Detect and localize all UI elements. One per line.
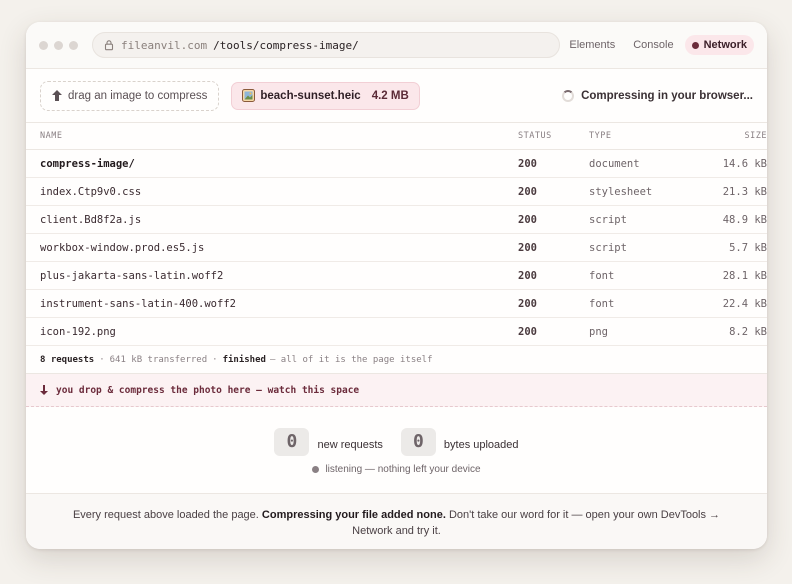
devtools-tabs: Elements Console Network <box>562 35 754 55</box>
request-name: instrument-sans-latin-400.woff2 <box>40 297 236 310</box>
request-size: 14.6 kB <box>722 157 767 170</box>
finished-label: finished <box>222 354 266 365</box>
browser-window: fileanvil.com /tools/compress-image/ Ele… <box>26 22 767 549</box>
separator: · <box>212 354 218 365</box>
arrow-down-icon <box>40 385 48 395</box>
listening-status: listening — nothing left your device <box>312 463 481 475</box>
bytes-uploaded-value: 0 <box>400 427 436 456</box>
request-name: workbox-window.prod.es5.js <box>40 241 205 254</box>
request-type: font <box>589 297 615 310</box>
table-row[interactable]: index.Ctp9v0.css 200 stylesheet 21.3 kB <box>26 178 767 206</box>
request-type: script <box>589 213 627 226</box>
spinner-icon <box>562 89 575 102</box>
listening-text: listening — nothing left your device <box>325 463 481 475</box>
bytes-uploaded-counter: 0 bytes uploaded <box>400 427 519 456</box>
window-controls <box>39 40 78 50</box>
request-type: script <box>589 241 627 254</box>
request-name: plus-jakarta-sans-latin.woff2 <box>40 269 224 282</box>
request-type: font <box>589 269 615 282</box>
request-size: 28.1 kB <box>722 269 767 282</box>
url-path: /tools/compress-image/ <box>213 38 359 52</box>
request-name: index.Ctp9v0.css <box>40 185 142 198</box>
table-row[interactable]: client.Bd8f2a.js 200 script 48.9 kB <box>26 206 767 234</box>
request-size: 48.9 kB <box>722 213 767 226</box>
request-name: icon-192.png <box>40 325 116 338</box>
tab-network[interactable]: Network <box>684 35 754 55</box>
drop-label: drag an image to compress <box>68 89 208 102</box>
footer-text-1: Every request above loaded the page. <box>72 509 262 521</box>
new-requests-counter: 0 new requests <box>274 427 383 456</box>
network-summary: 8 requests · 641 kB transferred · finish… <box>26 346 767 374</box>
status-dot-icon <box>312 465 320 473</box>
request-status: 200 <box>518 325 537 338</box>
bytes-uploaded-label: bytes uploaded <box>443 438 519 451</box>
transferred-size: 641 kB transferred <box>109 354 208 365</box>
compress-status: Compressing in your browser... <box>562 89 753 102</box>
compress-status-text: Compressing in your browser... <box>581 89 753 102</box>
table-row[interactable]: instrument-sans-latin-400.woff2 200 font… <box>26 290 767 318</box>
request-status: 200 <box>518 269 537 282</box>
request-size: 8.2 kB <box>729 325 767 338</box>
banner-text: you drop & compress the photo here — wat… <box>56 384 360 396</box>
header-status[interactable]: STATUS <box>518 131 589 141</box>
file-name: beach-sunset.heic <box>260 89 361 102</box>
action-bar: drag an image to compress beach-sunset.h… <box>26 69 767 123</box>
drop-zone-banner: you drop & compress the photo here — wat… <box>26 374 767 407</box>
tab-elements[interactable]: Elements <box>562 35 622 55</box>
request-count: 8 requests <box>40 354 95 365</box>
request-name: compress-image/ <box>40 157 135 170</box>
summary-note: — all of it is the page itself <box>269 354 433 365</box>
tab-network-label: Network <box>703 39 747 51</box>
request-size: 22.4 kB <box>722 297 767 310</box>
header-type[interactable]: TYPE <box>589 131 675 141</box>
request-name: client.Bd8f2a.js <box>40 213 142 226</box>
drop-target[interactable]: drag an image to compress <box>40 80 220 111</box>
request-status: 200 <box>518 185 537 198</box>
request-type: stylesheet <box>589 185 653 198</box>
separator: · <box>99 354 105 365</box>
table-row[interactable]: workbox-window.prod.es5.js 200 script 5.… <box>26 234 767 262</box>
table-row[interactable]: icon-192.png 200 png 8.2 kB <box>26 318 767 346</box>
table-row[interactable]: compress-image/ 200 document 14.6 kB <box>26 150 767 178</box>
table-header: NAME STATUS TYPE SIZE <box>26 123 767 150</box>
tab-console[interactable]: Console <box>626 35 680 55</box>
new-requests-value: 0 <box>274 427 310 456</box>
arrow-up-icon <box>52 90 62 101</box>
address-bar[interactable]: fileanvil.com /tools/compress-image/ <box>92 32 560 58</box>
request-type: document <box>589 157 640 170</box>
url-host: fileanvil.com <box>121 38 208 52</box>
request-status: 200 <box>518 241 537 254</box>
minimize-window-button[interactable] <box>54 40 63 50</box>
maximize-window-button[interactable] <box>69 40 78 50</box>
new-requests-label: new requests <box>317 438 383 451</box>
request-status: 200 <box>518 297 537 310</box>
close-window-button[interactable] <box>39 40 48 50</box>
request-size: 5.7 kB <box>729 241 767 254</box>
image-file-icon <box>242 89 256 102</box>
table-row[interactable]: plus-jakarta-sans-latin.woff2 200 font 2… <box>26 262 767 290</box>
request-type: png <box>589 325 608 338</box>
request-status: 200 <box>518 157 537 170</box>
counter-row: 0 new requests 0 bytes uploaded <box>274 427 519 456</box>
header-size[interactable]: SIZE <box>675 131 767 141</box>
selected-file-chip[interactable]: beach-sunset.heic 4.2 MB <box>231 81 420 110</box>
header-name[interactable]: NAME <box>40 131 518 141</box>
lock-icon <box>104 40 114 51</box>
title-bar: fileanvil.com /tools/compress-image/ Ele… <box>26 22 767 69</box>
request-size: 21.3 kB <box>722 185 767 198</box>
request-status: 200 <box>518 213 537 226</box>
footer-bold: Compressing your file added none. <box>261 509 446 521</box>
footer-note: Every request above loaded the page. Com… <box>26 493 767 549</box>
network-table: NAME STATUS TYPE SIZE compress-image/ 20… <box>26 123 767 346</box>
upload-counters: 0 new requests 0 bytes uploaded listenin… <box>26 407 767 495</box>
record-dot-icon <box>691 41 699 49</box>
file-size: 4.2 MB <box>371 89 409 102</box>
